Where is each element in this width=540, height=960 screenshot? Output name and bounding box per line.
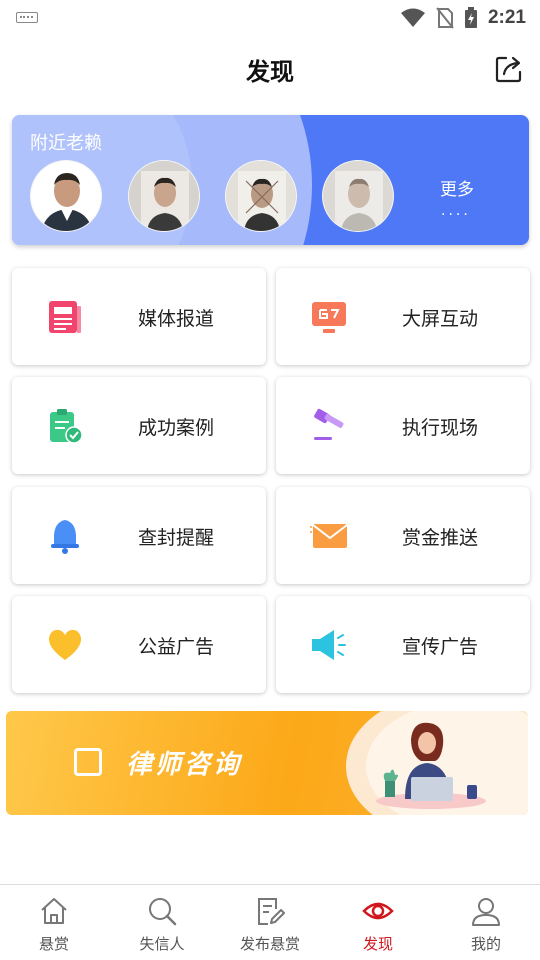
nav-label: 我的 [470, 935, 501, 953]
nearby-debtors-banner[interactable]: 附近老赖 更多 ···· [12, 115, 529, 245]
bell-icon [51, 520, 79, 554]
card-public-ads[interactable]: 公益广告 [12, 596, 266, 693]
nav-item-debtors[interactable]: 失信人 [108, 885, 216, 960]
gavel-icon [314, 408, 344, 440]
nav-label: 发现 [362, 935, 393, 953]
nearby-label: 附近老赖 [30, 133, 102, 154]
card-media-reports[interactable]: 媒体报道 [12, 268, 266, 365]
nav-item-post-bounty[interactable]: 发布悬赏 [216, 885, 324, 960]
nav-item-discover[interactable]: 发现 [324, 885, 432, 960]
battery-icon [464, 7, 477, 28]
lawyer-banner-text: 律师咨询 [126, 750, 243, 780]
nav-label: 失信人 [139, 935, 185, 953]
nav-item-bounty[interactable]: 悬赏 [0, 885, 108, 960]
wifi-icon [400, 8, 425, 27]
keyboard-icon [16, 12, 38, 23]
card-label: 执行现场 [402, 417, 479, 439]
more-link[interactable]: 更多 [440, 175, 474, 200]
clipboard-check-icon [50, 409, 83, 444]
debtor-avatar[interactable] [128, 160, 200, 232]
heart-icon [48, 629, 82, 660]
bottom-nav: 悬赏 失信人 发布悬赏 发现 我的 [0, 884, 540, 960]
debtor-avatar[interactable] [225, 160, 297, 232]
card-success-cases[interactable]: 成功案例 [12, 377, 266, 474]
no-sim-icon [436, 7, 454, 29]
page-header: 发现 [0, 36, 540, 102]
card-execution-scene[interactable]: 执行现场 [276, 377, 530, 474]
card-label: 大屏互动 [402, 308, 479, 330]
card-big-screen[interactable]: 大屏互动 [276, 268, 530, 365]
debtor-avatar[interactable] [30, 160, 102, 232]
card-seal-reminder[interactable]: 查封提醒 [12, 487, 266, 584]
card-bounty-push[interactable]: 赏金推送 [276, 487, 530, 584]
lawyer-consult-banner[interactable]: 律师咨询 [6, 711, 528, 815]
page-title: 发现 [246, 58, 294, 86]
card-label: 媒体报道 [138, 308, 215, 330]
card-label: 公益广告 [138, 636, 215, 658]
lawyer-illustration [376, 722, 486, 809]
card-label: 成功案例 [138, 417, 215, 439]
search-icon [149, 898, 177, 926]
eye-icon [362, 902, 394, 920]
edit-doc-icon [258, 898, 285, 925]
megaphone-icon [312, 630, 346, 660]
card-label: 查封提醒 [138, 527, 215, 549]
lawyer-badge-icon [74, 748, 102, 776]
user-icon [472, 898, 500, 926]
clock: 2:21 [487, 7, 526, 28]
card-label: 宣传广告 [402, 636, 479, 658]
more-dots: ···· [441, 207, 471, 223]
monitor-icon [312, 302, 346, 333]
home-icon [41, 898, 67, 924]
status-bar: 2:21 [0, 0, 540, 36]
share-icon[interactable] [494, 54, 524, 84]
nav-item-mine[interactable]: 我的 [432, 885, 540, 960]
card-promo-ads[interactable]: 宣传广告 [276, 596, 530, 693]
card-label: 赏金推送 [402, 527, 479, 549]
envelope-icon [310, 524, 348, 548]
newspaper-icon [49, 301, 81, 333]
nav-label: 发布悬赏 [239, 935, 300, 953]
debtor-avatar[interactable] [322, 160, 394, 232]
nav-label: 悬赏 [38, 935, 69, 953]
